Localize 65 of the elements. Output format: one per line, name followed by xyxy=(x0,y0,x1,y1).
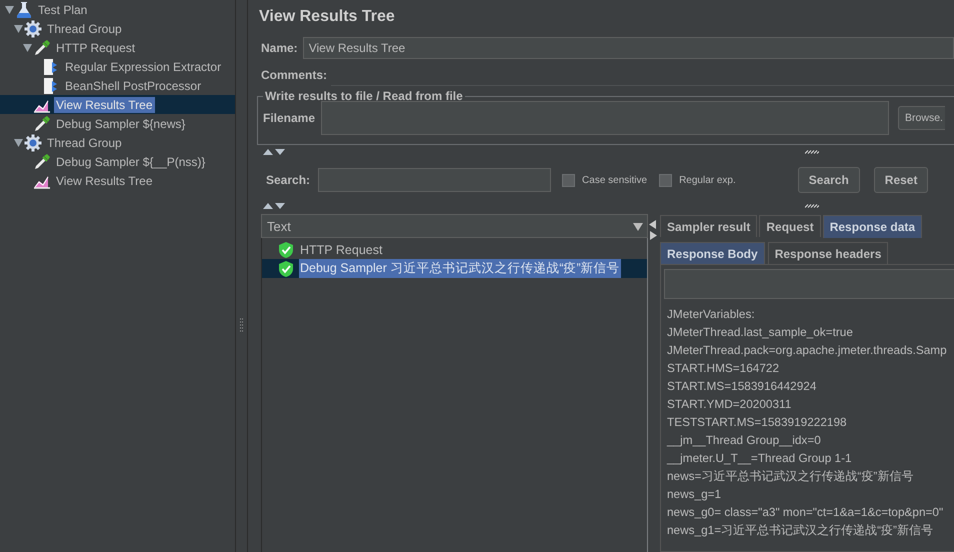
search-button[interactable]: Search xyxy=(798,167,860,193)
checkbox-label: Regular exp. xyxy=(679,174,736,186)
expand-arrow-icon[interactable] xyxy=(5,6,14,14)
tab[interactable]: Response data xyxy=(822,215,922,238)
flask-icon xyxy=(15,0,33,18)
filename-field[interactable] xyxy=(321,100,890,134)
tab[interactable]: Response headers xyxy=(768,242,888,264)
tree-item[interactable]: Thread Group xyxy=(0,133,235,152)
response-line: news=习近平总书记武汉之行传递战“疫”新信号 xyxy=(667,468,914,485)
checkbox-label: Case sensitive xyxy=(582,174,648,186)
checkbox[interactable] xyxy=(562,174,576,186)
panel-title: View Results Tree xyxy=(259,7,396,27)
tree-item[interactable]: BeanShell PostProcessor xyxy=(0,76,235,95)
response-line: __jm__Thread Group__idx=0 xyxy=(667,432,822,449)
response-line: news_g=1 xyxy=(667,486,722,503)
reset-button[interactable]: Reset xyxy=(874,167,928,193)
grip-icon[interactable] xyxy=(240,318,244,332)
caret-icon xyxy=(633,221,643,231)
expand-arrow-icon[interactable] xyxy=(14,24,23,32)
collapse-arrows-icon[interactable] xyxy=(263,148,285,155)
expand-arrow-icon[interactable] xyxy=(14,138,23,146)
expand-arrow-icon[interactable] xyxy=(23,44,32,52)
response-line: __jmeter.U_T__=Thread Group 1-1 xyxy=(667,450,853,467)
search-field[interactable] xyxy=(318,168,552,192)
collapse-arrows-icon[interactable] xyxy=(649,220,657,240)
pipette-icon xyxy=(33,38,51,56)
response-line: news_g1=习近平总书记武汉之行传递战“疫”新信号 xyxy=(667,522,934,539)
result-item[interactable]: HTTP Request xyxy=(262,240,647,259)
group-title: Write results to file / Read from file xyxy=(264,89,464,103)
pipette-icon xyxy=(33,152,51,170)
tree-item[interactable]: Regular Expression Extractor xyxy=(0,57,235,76)
tree-item[interactable]: Thread Group xyxy=(0,19,235,38)
success-shield-icon xyxy=(279,260,293,276)
tab[interactable]: Response Body xyxy=(660,242,765,265)
result-item[interactable]: Debug Sampler 习近平总书记武汉之行传递战“疫”新信号 xyxy=(262,259,647,278)
gear-icon xyxy=(24,20,42,38)
tab[interactable]: Sampler result xyxy=(660,215,758,237)
response-line: JMeterVariables: xyxy=(667,306,756,323)
pipette-icon xyxy=(33,114,51,132)
search-field[interactable] xyxy=(664,269,954,299)
filename-label: Filename xyxy=(263,110,316,124)
browse-button[interactable]: Browse. xyxy=(898,106,945,130)
response-line: JMeterThread.pack=org.apache.jmeter.threads.Samp xyxy=(667,342,948,359)
name-label: Name: xyxy=(261,41,298,55)
collapse-arrows-icon[interactable] xyxy=(263,202,285,209)
response-line: START.YMD=20200311 xyxy=(667,396,792,413)
response-line: news_g0= class="a3" mon="ct=1&a=1&c=top&pn=0" xyxy=(667,504,944,521)
response-line: JMeterThread.last_sample_ok=true xyxy=(667,324,854,341)
response-line: TESTSTART.MS=1583919222198 xyxy=(667,414,848,431)
tree-item[interactable]: Test Plan xyxy=(0,0,235,19)
tree-item[interactable]: HTTP Request xyxy=(0,38,235,57)
success-shield-icon xyxy=(279,242,293,258)
gear-icon xyxy=(24,134,42,152)
comments-label: Comments: xyxy=(261,68,328,82)
tree-item[interactable]: View Results Tree xyxy=(0,171,235,190)
response-line: START.MS=1583916442924 xyxy=(667,378,818,395)
tab[interactable]: Request xyxy=(759,215,821,237)
response-line: START.HMS=164722 xyxy=(667,360,780,377)
tree-item[interactable]: View Results Tree xyxy=(0,95,235,114)
checkbox[interactable] xyxy=(659,174,672,186)
tree-item[interactable]: Debug Sampler ${news} xyxy=(0,114,235,133)
column-dropdown[interactable]: Text xyxy=(261,214,648,238)
name-field[interactable]: View Results Tree xyxy=(302,37,954,59)
search-label: Search: xyxy=(266,173,310,187)
tree-item[interactable]: Debug Sampler ${__P(nss)} xyxy=(0,152,235,171)
